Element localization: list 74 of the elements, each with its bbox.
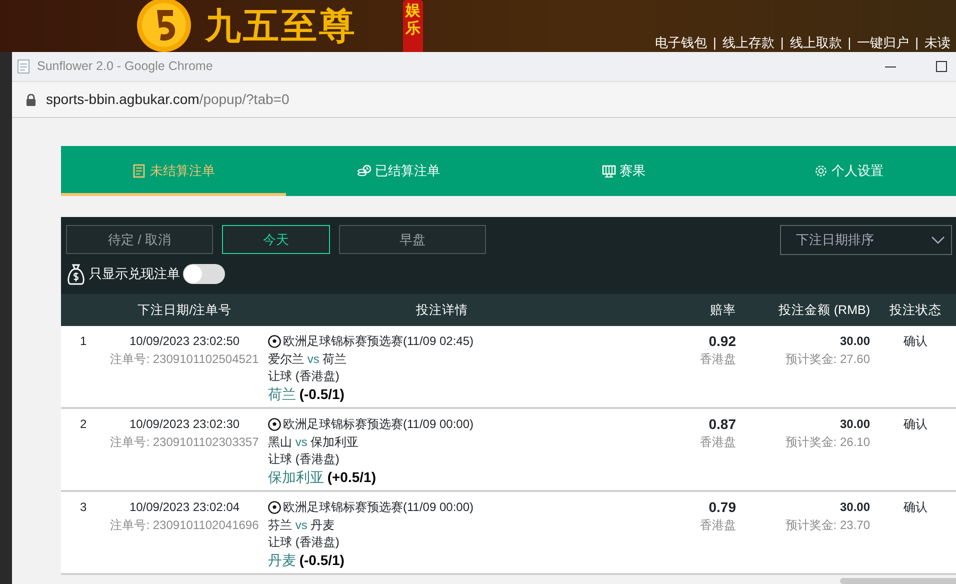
- stake-amount: 30.00: [840, 333, 870, 350]
- odds-type: 香港盘: [700, 434, 736, 450]
- order-number: 注单号: 2309101102041696: [110, 516, 259, 534]
- toggle-switch[interactable]: [183, 264, 225, 284]
- stake-amount: 30.00: [840, 416, 870, 433]
- order-number: 注单号: 2309101102303357: [110, 434, 259, 450]
- column-header: 赔率: [710, 302, 736, 317]
- nav-link-text[interactable]: 线上存款: [722, 33, 774, 52]
- market-type: 让球 (香港盘): [268, 451, 340, 468]
- odds-value: 0.92: [708, 333, 736, 350]
- separator: |: [780, 34, 784, 52]
- logo-text: 九五至尊: [205, 4, 357, 48]
- odds-value: 0.87: [708, 416, 736, 434]
- column-header: 投注金额 (RMB): [778, 302, 870, 317]
- chevron-icon: [931, 236, 945, 244]
- bet-status: 确认: [904, 417, 928, 431]
- row-number: 3: [80, 500, 87, 514]
- nav-link-text[interactable]: 线上取款: [790, 33, 842, 52]
- market-type: 让球 (香港盘): [268, 534, 340, 551]
- board-icon: [602, 164, 616, 178]
- column-header: 投注详情: [416, 302, 468, 317]
- soccer-ball-icon: [268, 335, 281, 348]
- bet-status: 确认: [904, 500, 928, 514]
- maximize-icon[interactable]: [936, 61, 947, 72]
- scrollbar[interactable]: [840, 578, 956, 584]
- filter-button[interactable]: 待定 / 取消: [66, 225, 213, 254]
- separator: |: [848, 34, 852, 52]
- bet-date: 10/09/2023 23:02:30: [129, 416, 240, 433]
- column-header: 下注日期/注单号: [137, 302, 232, 317]
- nav-link-text[interactable]: 电子钱包: [655, 33, 707, 52]
- bet-selection: 丹麦 (-0.5/1): [268, 552, 344, 570]
- window-title: Sunflower 2.0 - Google Chrome: [37, 58, 213, 76]
- odds-type: 香港盘: [700, 350, 736, 368]
- league-name: 欧洲足球锦标赛预选赛(11/09 00:00): [283, 416, 474, 433]
- filter-button[interactable]: 今天: [222, 225, 330, 254]
- odds-type: 香港盘: [700, 516, 736, 534]
- league-name: 欧洲足球锦标赛预选赛(11/09 02:45): [283, 333, 474, 350]
- settings-icon: [814, 164, 828, 178]
- estimated-payout: 预计奖金: 27.60: [785, 350, 870, 368]
- column-header: 投注状态: [890, 302, 942, 317]
- bet-date: 10/09/2023 23:02:04: [129, 499, 240, 516]
- soccer-ball-icon: [268, 418, 281, 432]
- filter-label: 只显示兑现注单: [89, 265, 180, 284]
- bet-status: 确认: [904, 334, 928, 348]
- page-icon: [17, 59, 31, 74]
- match-teams: 芬兰 vs 丹麦: [268, 516, 335, 534]
- bet-selection: 荷兰 (-0.5/1): [268, 386, 344, 404]
- odds-value: 0.79: [708, 499, 736, 516]
- list-icon: [132, 164, 146, 178]
- lock-icon: [26, 94, 36, 106]
- stake-amount: 30.00: [840, 499, 870, 516]
- estimated-payout: 预计奖金: 26.10: [785, 434, 870, 450]
- nav-link-text[interactable]: 一键归户: [857, 33, 910, 52]
- filter-button[interactable]: 早盘: [339, 225, 486, 254]
- row-number: 1: [80, 334, 87, 348]
- match-teams: 黑山 vs 保加利亚: [268, 434, 359, 450]
- separator: |: [713, 34, 716, 52]
- url-text[interactable]: sports-bbin.agbukar.com/popup/?tab=0: [46, 89, 290, 110]
- market-type: 让球 (香港盘): [268, 368, 340, 385]
- soccer-ball-icon: [268, 501, 281, 514]
- money-bag-icon: [66, 263, 86, 285]
- logo-icon: [135, 0, 193, 52]
- coins-icon: [357, 164, 371, 178]
- estimated-payout: 预计奖金: 23.70: [785, 516, 870, 534]
- bet-selection: 保加利亚 (+0.5/1): [268, 468, 376, 487]
- sort-dropdown[interactable]: 下注日期排序: [780, 225, 952, 255]
- separator: |: [915, 34, 919, 52]
- order-number: 注单号: 2309101102504521: [110, 350, 259, 368]
- nav-link-text[interactable]: 未读: [924, 33, 951, 52]
- match-teams: 爱尔兰 vs 荷兰: [268, 350, 347, 368]
- league-name: 欧洲足球锦标赛预选赛(11/09 00:00): [283, 499, 474, 516]
- row-number: 2: [80, 417, 87, 431]
- logo-tag: 娱乐: [403, 0, 423, 52]
- bet-date: 10/09/2023 23:02:50: [129, 333, 240, 350]
